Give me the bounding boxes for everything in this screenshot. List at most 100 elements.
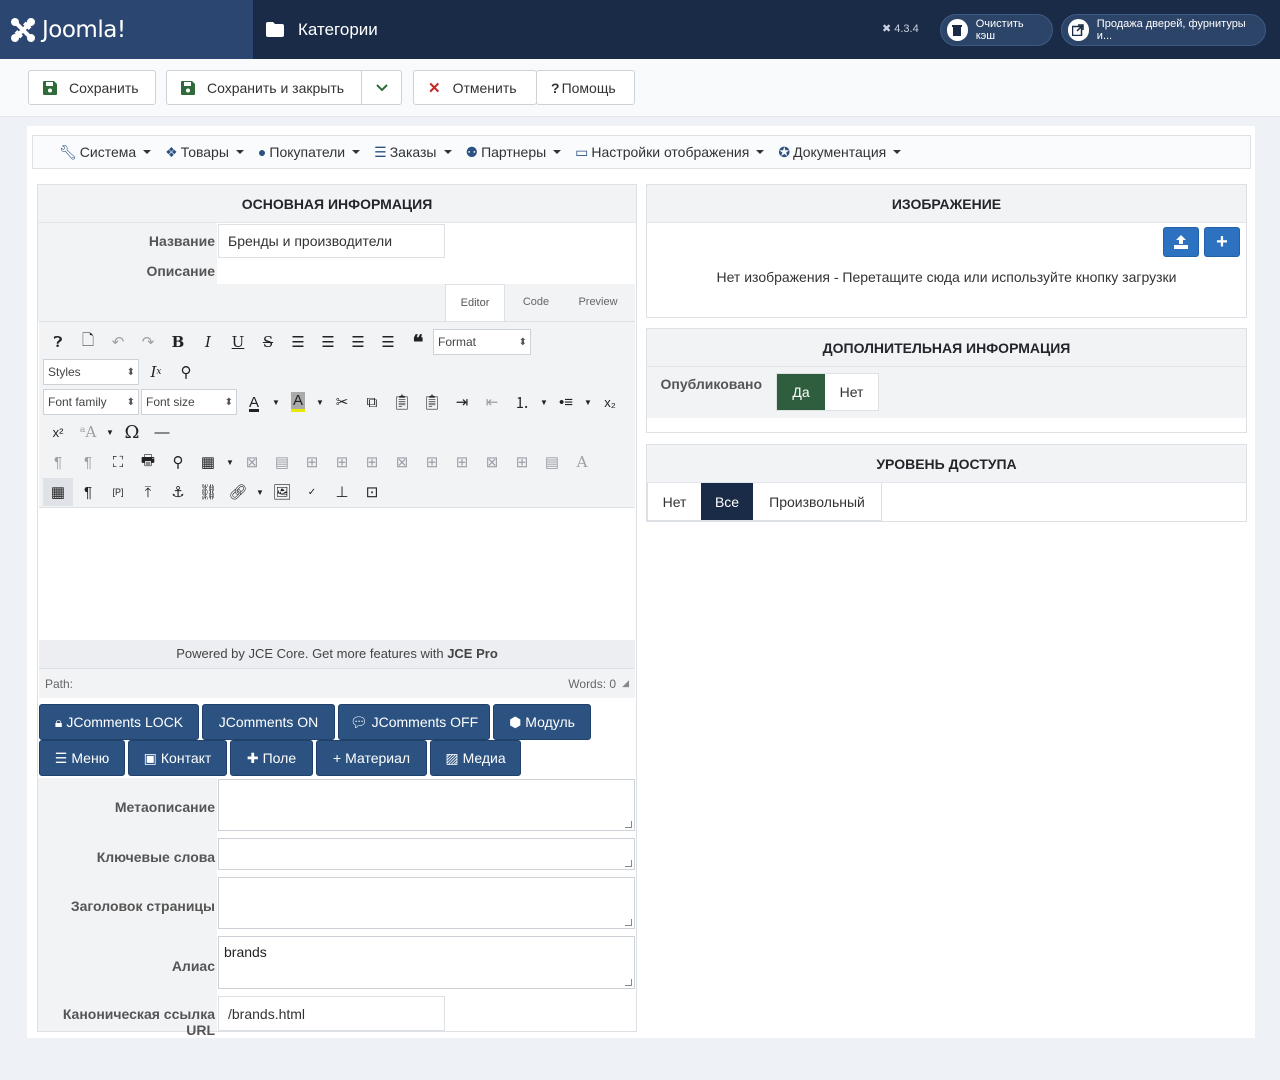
anchor-icon[interactable]: ⚓︎ xyxy=(163,478,193,506)
table-delete-icon[interactable]: ⊠ xyxy=(237,448,267,476)
blockquote-icon[interactable]: ❝ xyxy=(403,328,433,356)
table-insert-col-before-icon[interactable]: ⊞ xyxy=(417,448,447,476)
jcomments-lock-button[interactable]: 🔒︎ JComments LOCK xyxy=(39,704,199,740)
bold-icon[interactable]: B xyxy=(163,328,193,356)
copy-icon[interactable]: ⧉ xyxy=(357,388,387,416)
canonical-url-input[interactable]: /brands.html xyxy=(218,996,445,1031)
chevron-down-icon[interactable]: ▼ xyxy=(269,388,283,416)
chevron-down-icon[interactable]: ▼ xyxy=(313,388,327,416)
menu-system[interactable]: 🔧︎ Система xyxy=(59,144,152,161)
alias-input[interactable]: brands xyxy=(218,936,635,989)
spellcheck-icon[interactable]: ✓ xyxy=(297,478,327,506)
numbered-list-icon[interactable]: ⒈ xyxy=(507,388,537,416)
save-close-button[interactable]: Сохранить и закрыть xyxy=(166,70,362,105)
fullscreen-icon[interactable]: ⛶ xyxy=(103,448,133,476)
visual-aid-icon[interactable]: ▦ xyxy=(43,478,73,506)
tab-editor[interactable]: Editor xyxy=(445,284,505,321)
table-row-icon[interactable]: ▤ xyxy=(267,448,297,476)
styles-select[interactable]: Styles xyxy=(43,359,139,385)
text-color-icon[interactable]: A xyxy=(239,388,269,416)
access-none-option[interactable]: Нет xyxy=(648,483,701,520)
meta-description-input[interactable] xyxy=(218,779,635,831)
logo[interactable]: Joomla! xyxy=(0,0,253,59)
jcomments-off-button[interactable]: 💬︎ JComments OFF xyxy=(338,704,490,740)
bullet-list-icon[interactable]: •≡ xyxy=(551,388,581,416)
align-justify-icon[interactable]: ☰ xyxy=(283,328,313,356)
upload-image-button[interactable] xyxy=(1163,227,1199,257)
access-custom-option[interactable]: Произвольный xyxy=(753,483,881,520)
table-merge-icon[interactable]: ▤ xyxy=(537,448,567,476)
menu-partners[interactable]: ⚉ Партнеры xyxy=(466,144,562,161)
menu-button[interactable]: ☰ Меню xyxy=(39,740,125,776)
horizontal-rule-icon[interactable]: — xyxy=(147,418,177,446)
paste-icon[interactable]: 📋︎ xyxy=(387,388,417,416)
article-button[interactable]: + Материал xyxy=(316,740,427,776)
table-delete-col-icon[interactable]: ⊠ xyxy=(477,448,507,476)
image-icon[interactable]: 🖼︎ xyxy=(267,478,297,506)
tab-code[interactable]: Code xyxy=(505,284,567,320)
unlink-icon[interactable]: ⛓ xyxy=(193,478,223,506)
new-document-icon[interactable]: 🗋 xyxy=(73,328,103,356)
strikethrough-icon[interactable]: S xyxy=(253,328,283,356)
font-size-select[interactable]: Font size xyxy=(141,389,237,415)
table-insert-col-after-icon[interactable]: ⊞ xyxy=(447,448,477,476)
published-no-option[interactable]: Нет xyxy=(825,374,878,410)
indent-icon[interactable]: ⇥ xyxy=(447,388,477,416)
table-icon[interactable]: ▦ xyxy=(193,448,223,476)
paste-text-icon[interactable]: 📋︎ xyxy=(417,388,447,416)
chevron-down-icon[interactable]: ▼ xyxy=(581,388,595,416)
jcomments-on-button[interactable]: JComments ON xyxy=(202,704,335,740)
ltr-icon[interactable]: ¶ xyxy=(43,448,73,476)
cut-icon[interactable]: ✂ xyxy=(327,388,357,416)
keywords-input[interactable] xyxy=(218,838,635,870)
redo-icon[interactable]: ↷ xyxy=(133,328,163,356)
table-insert-row-after-icon[interactable]: ⊞ xyxy=(357,448,387,476)
undo-icon[interactable]: ↶ xyxy=(103,328,133,356)
print-icon[interactable]: 🖶 xyxy=(133,448,163,476)
italic-icon[interactable]: I xyxy=(193,328,223,356)
table-cell-icon[interactable]: ⊞ xyxy=(297,448,327,476)
align-center-icon[interactable]: ☰ xyxy=(313,328,343,356)
cleanup-icon[interactable]: ⚲ xyxy=(171,358,201,386)
add-image-button[interactable]: + xyxy=(1204,227,1240,257)
editor-content-area[interactable] xyxy=(39,507,635,640)
paragraph-block-icon[interactable]: [P] xyxy=(103,478,133,506)
clear-formatting-icon[interactable]: Ix xyxy=(141,358,171,386)
save-button[interactable]: Сохранить xyxy=(28,70,156,105)
menu-display-settings[interactable]: ▭ Настройки отображения xyxy=(575,144,765,161)
contact-button[interactable]: ▣ Контакт xyxy=(128,740,227,776)
superscript-icon[interactable]: x² xyxy=(43,418,73,446)
font-family-select[interactable]: Font family xyxy=(43,389,139,415)
search-icon[interactable]: ⚲ xyxy=(163,448,193,476)
field-button[interactable]: ✚ Поле xyxy=(230,740,313,776)
tab-preview[interactable]: Preview xyxy=(567,284,629,320)
save-dropdown-toggle[interactable] xyxy=(361,70,402,105)
clear-cache-button[interactable]: Очистить кэш xyxy=(940,14,1053,46)
table-insert-row-before-icon[interactable]: ⊞ xyxy=(327,448,357,476)
table-delete-row-icon[interactable]: ⊠ xyxy=(387,448,417,476)
menu-customers[interactable]: ● Покупатели xyxy=(258,144,361,160)
underline-icon[interactable]: U xyxy=(223,328,253,356)
published-yes-option[interactable]: Да xyxy=(777,374,825,410)
chevron-down-icon[interactable]: ▼ xyxy=(223,448,237,476)
upload-icon[interactable]: ⤒ xyxy=(133,478,163,506)
special-char-icon[interactable]: Ω xyxy=(117,418,147,446)
cancel-button[interactable]: ✕ Отменить xyxy=(413,70,537,105)
table-split-icon[interactable]: ⊞ xyxy=(507,448,537,476)
format-select[interactable]: Format xyxy=(433,329,531,355)
chevron-down-icon[interactable]: ▼ xyxy=(253,478,267,506)
chevron-down-icon[interactable]: ▼ xyxy=(537,388,551,416)
access-all-option[interactable]: Все xyxy=(701,483,753,520)
nonbreaking-icon[interactable]: ⊥ xyxy=(327,478,357,506)
subscript-icon[interactable]: x₂ xyxy=(595,388,625,416)
align-left-icon[interactable]: ☰ xyxy=(343,328,373,356)
page-break-icon[interactable]: ⊡ xyxy=(357,478,387,506)
module-button[interactable]: ⬢ Модуль xyxy=(493,704,591,740)
site-link-button[interactable]: Продажа дверей, фурнитуры и... xyxy=(1061,14,1266,46)
link-icon[interactable]: 🔗︎ xyxy=(223,478,253,506)
resize-handle-icon[interactable]: ◢ xyxy=(622,678,629,689)
chevron-down-icon[interactable]: ▼ xyxy=(103,418,117,446)
font-size-change-icon[interactable]: ᵃA xyxy=(73,418,103,446)
menu-products[interactable]: ❖ Товары xyxy=(165,144,244,161)
style-icon[interactable]: A xyxy=(567,448,597,476)
